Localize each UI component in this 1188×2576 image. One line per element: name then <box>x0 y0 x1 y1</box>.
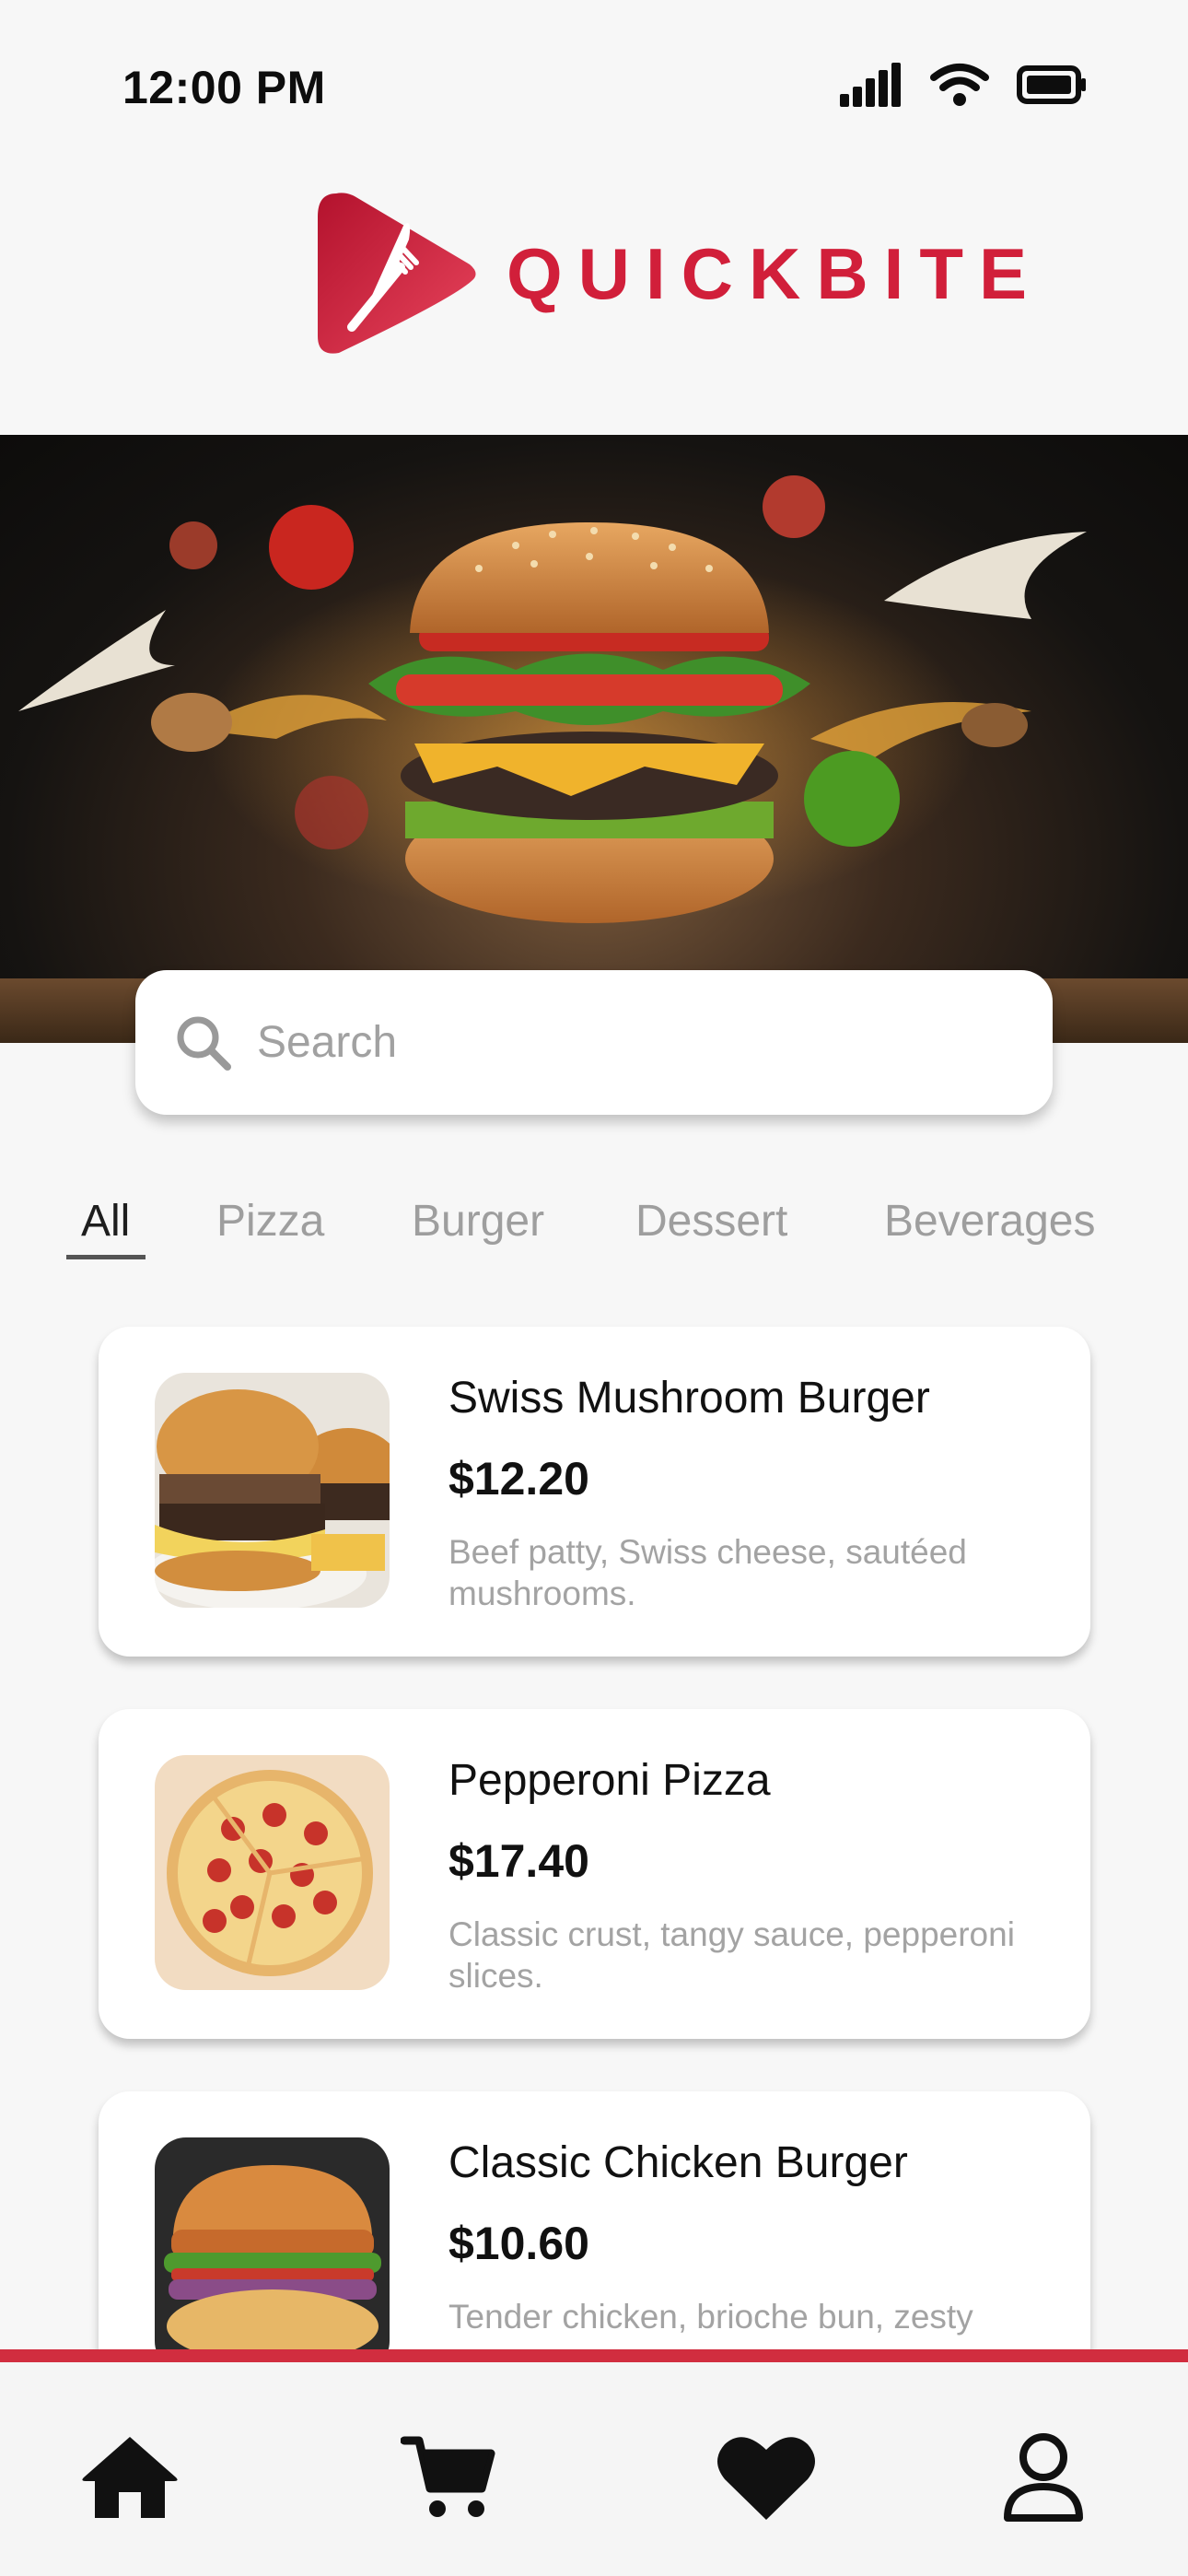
bottom-nav <box>0 2349 1188 2576</box>
hero-banner <box>0 435 1188 1043</box>
menu-item-price: $12.20 <box>448 1453 589 1505</box>
tab-pizza[interactable]: Pizza <box>216 1196 324 1247</box>
nav-profile[interactable] <box>988 2427 1099 2528</box>
menu-item-image <box>155 2137 390 2372</box>
menu-item-card[interactable]: Pepperoni Pizza $17.40 Classic crust, ta… <box>99 1709 1090 2039</box>
hero-burger-image <box>0 475 1188 1043</box>
home-icon <box>82 2437 178 2518</box>
signal-icon <box>840 63 901 107</box>
status-icons <box>840 63 1087 107</box>
status-bar: 12:00 PM <box>0 0 1188 175</box>
logo-text: QUICKBITE <box>507 233 1042 314</box>
battery-icon <box>1017 65 1086 104</box>
menu-item-price: $17.40 <box>448 1835 589 1887</box>
menu-item-price: $10.60 <box>448 2218 589 2269</box>
menu-item-description: Tender chicken, brioche bun, zesty <box>448 2298 973 2336</box>
menu-item-description: Classic crust, tangy sauce, pepperoni sl… <box>448 1915 1015 1995</box>
menu-item-image <box>155 1373 390 1608</box>
wifi-icon <box>930 64 989 106</box>
nav-favorites[interactable] <box>711 2427 821 2528</box>
menu-item-image <box>155 1755 390 1990</box>
menu-item-name: Classic Chicken Burger <box>448 2138 908 2187</box>
nav-cart[interactable] <box>393 2427 504 2528</box>
heart-icon <box>717 2437 815 2520</box>
search-bar[interactable]: Search <box>135 970 1053 1115</box>
tab-beverages[interactable]: Beverages <box>884 1196 1095 1247</box>
cart-icon <box>401 2436 495 2517</box>
tab-dessert[interactable]: Dessert <box>635 1196 787 1247</box>
menu-item-name: Swiss Mushroom Burger <box>448 1374 930 1423</box>
menu-item-description: Beef patty, Swiss cheese, sautéed mushro… <box>448 1533 967 1612</box>
tab-all[interactable]: All <box>81 1196 130 1247</box>
profile-icon <box>1004 2433 1083 2522</box>
active-tab-indicator <box>66 1255 146 1259</box>
logo-mark-icon <box>318 193 476 354</box>
tab-burger[interactable]: Burger <box>412 1196 544 1247</box>
status-time: 12:00 PM <box>122 62 326 113</box>
menu-item-card[interactable]: Swiss Mushroom Burger $12.20 Beef patty,… <box>99 1327 1090 1657</box>
search-input[interactable]: Search <box>257 1017 397 1068</box>
menu-item-name: Pepperoni Pizza <box>448 1756 771 1805</box>
app-logo: QUICKBITE <box>313 189 1042 359</box>
nav-home[interactable] <box>75 2427 185 2528</box>
search-icon <box>177 1016 231 1071</box>
